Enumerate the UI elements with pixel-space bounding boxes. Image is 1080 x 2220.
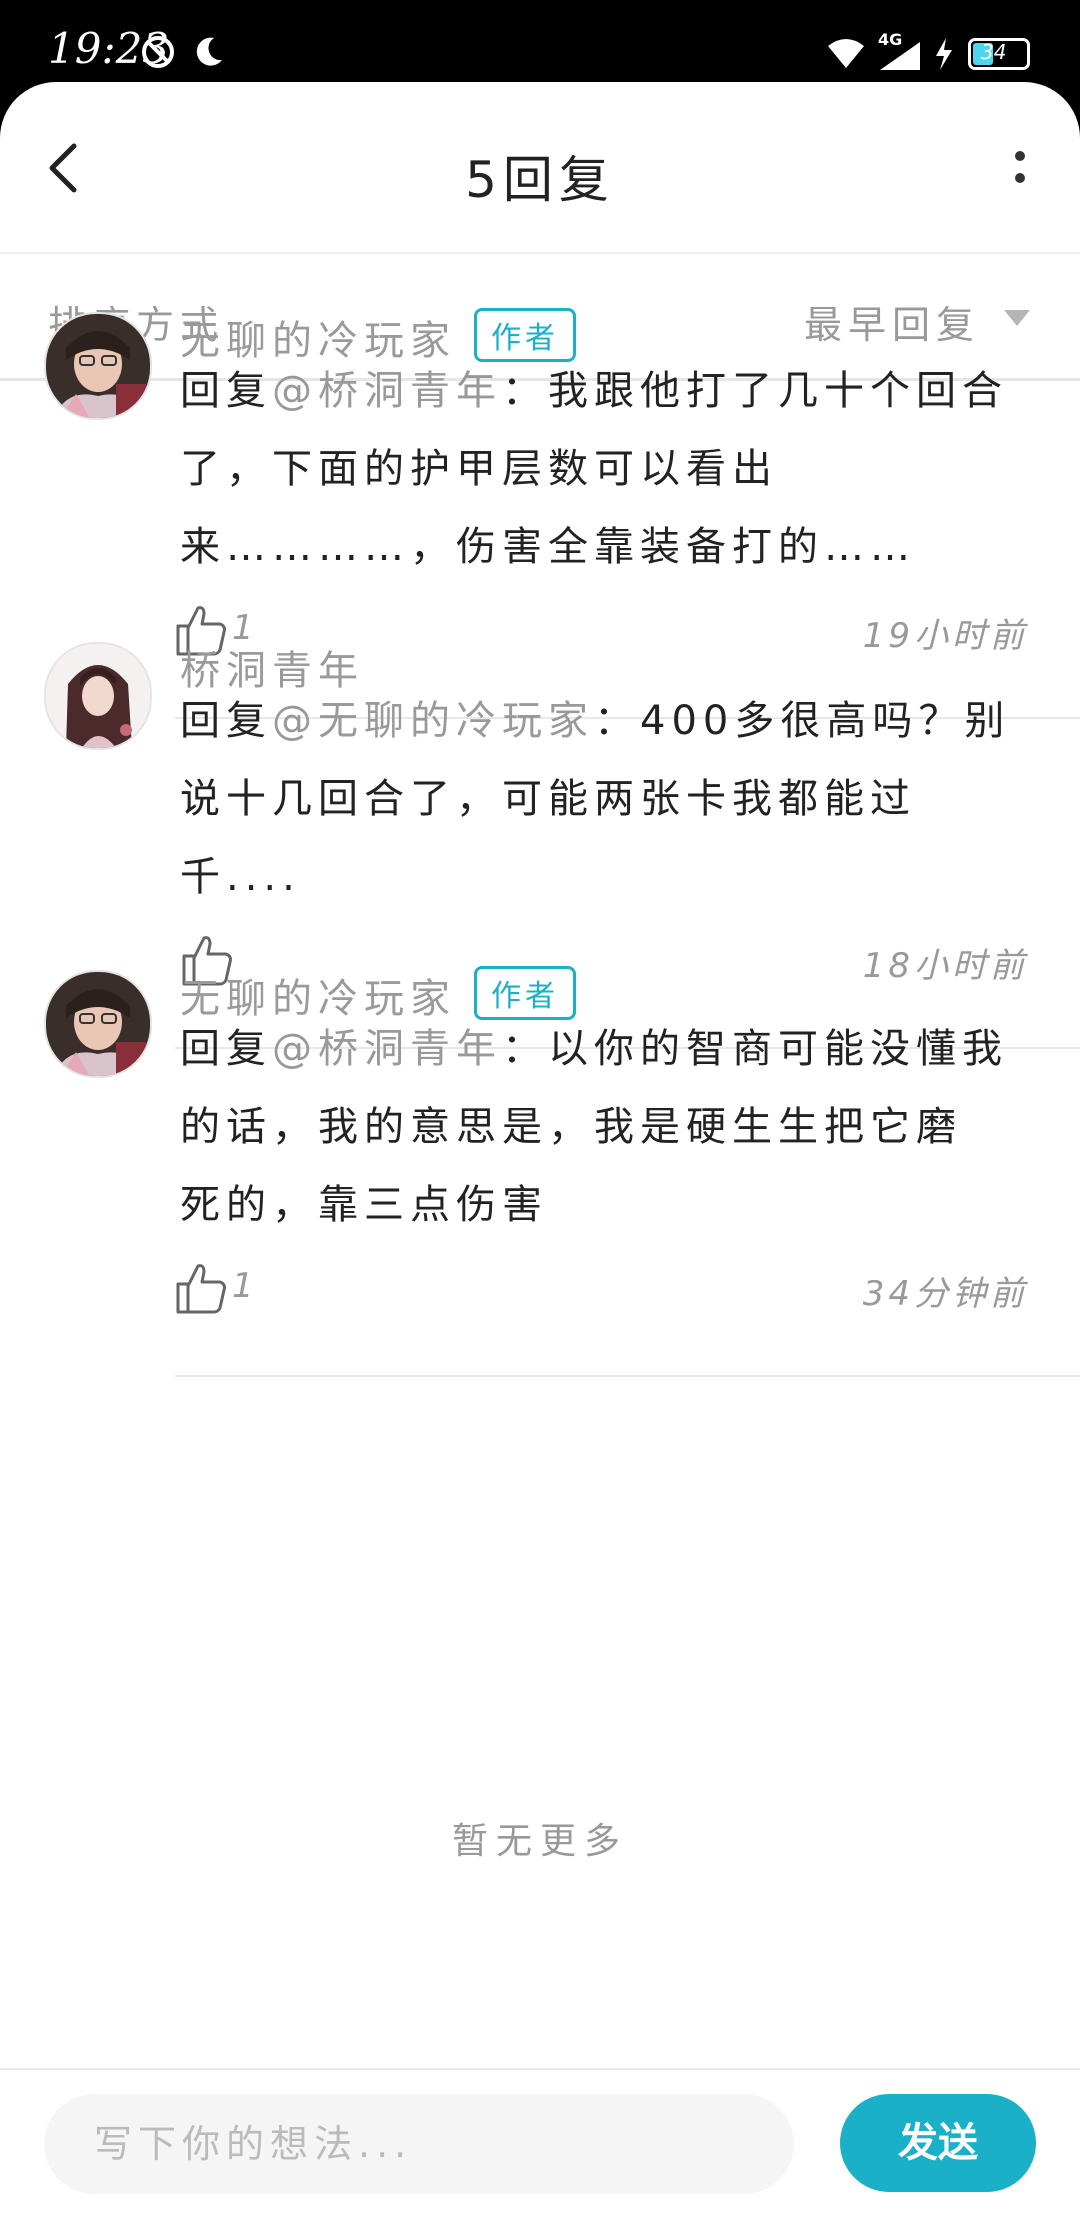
battery-level: 34 [981, 40, 1007, 64]
reply-text: ：以你的智商可能没懂我 [502, 1026, 1008, 1072]
reply-prefix: 回复 [180, 368, 272, 414]
avatar[interactable] [44, 970, 152, 1078]
no-more-label: 暂无更多 [451, 1821, 628, 1862]
comment-composer: 写下你的想法... 发送 [0, 2068, 1080, 2220]
avatar[interactable] [44, 642, 152, 750]
wifi-icon [828, 39, 864, 68]
reply-line: 来…………，伤害全靠装备打的…… [180, 524, 916, 570]
more-options-button[interactable] [1000, 144, 1040, 194]
thumbs-up-icon[interactable] [170, 1258, 230, 1318]
send-button[interactable]: 发送 [840, 2094, 1036, 2192]
page-title: 5回复 [465, 151, 615, 209]
status-bar: 19:23 4G 34 [0, 0, 1080, 90]
mention-link[interactable]: @无聊的冷玩家 [272, 698, 594, 744]
reply-line: 回复@桥洞青年：我跟他打了几十个回合 [180, 352, 1040, 430]
cellular-signal-icon [880, 42, 920, 70]
charging-icon [936, 38, 952, 70]
reply-prefix: 回复 [180, 698, 272, 744]
reply-text: ：我跟他打了几十个回合 [502, 368, 1008, 414]
replies-sheet: 5回复 排序方式 最早回复 无聊的冷玩家 作者 回复@桥洞青年：我跟他打了几十个… [0, 82, 1080, 2220]
mention-link[interactable]: @桥洞青年 [272, 1026, 502, 1072]
divider [175, 1375, 1080, 1377]
reply-time: 34分钟前 [862, 1274, 1028, 1314]
caret-down-icon[interactable] [1004, 310, 1030, 326]
reply-line: 的话，我的意思是，我是硬生生把它磨 [180, 1104, 962, 1150]
reply-line: 说十几回合了，可能两张卡我都能过 [180, 776, 916, 822]
mention-link[interactable]: @桥洞青年 [272, 368, 502, 414]
like-count: 1 [232, 1266, 254, 1306]
header: 5回复 [0, 82, 1080, 254]
reply-line: 死的，靠三点伤害 [180, 1182, 548, 1228]
reply-body[interactable]: 回复@桥洞青年：以你的智商可能没懂我 的话，我的意思是，我是硬生生把它磨 死的，… [180, 1010, 1040, 1244]
do-not-disturb-icon [142, 36, 174, 68]
reply-line: 回复@桥洞青年：以你的智商可能没懂我 [180, 1010, 1040, 1088]
reply-line: 千.... [180, 854, 301, 900]
sort-dropdown[interactable]: 最早回复 [804, 294, 980, 349]
battery-icon: 34 [968, 38, 1030, 70]
avatar[interactable] [44, 312, 152, 420]
reply-prefix: 回复 [180, 1026, 272, 1072]
reply-line: 回复@无聊的冷玩家：400多很高吗？别 [180, 682, 1040, 760]
reply-time: 19小时前 [862, 616, 1028, 656]
reply-line: 了，下面的护甲层数可以看出 [180, 446, 778, 492]
reply-time: 18小时前 [862, 946, 1028, 986]
reply-body[interactable]: 回复@桥洞青年：我跟他打了几十个回合 了，下面的护甲层数可以看出 来…………，伤… [180, 352, 1040, 586]
reply-body[interactable]: 回复@无聊的冷玩家：400多很高吗？别 说十几回合了，可能两张卡我都能过 千..… [180, 682, 1040, 916]
moon-icon [196, 37, 222, 66]
reply-text: ：400多很高吗？别 [594, 698, 1011, 744]
comment-input[interactable]: 写下你的想法... [44, 2094, 794, 2194]
